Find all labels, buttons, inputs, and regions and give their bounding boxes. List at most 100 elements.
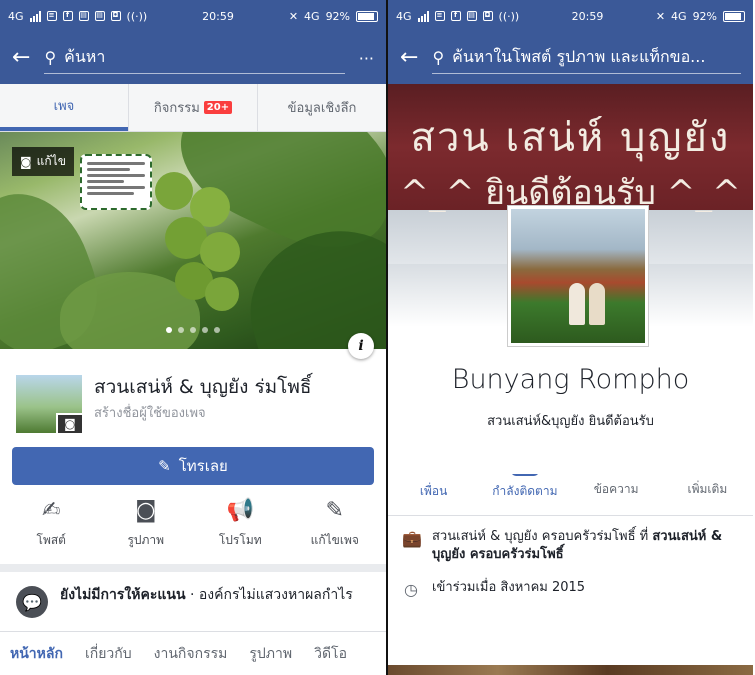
battery-percent: 92% — [325, 9, 351, 23]
cover-photo[interactable]: ◙ แก้ไข — [0, 132, 386, 349]
battery-icon — [723, 10, 746, 22]
page-nav: หน้าหลัก เกี่ยวกับ งานกิจกรรม รูปภาพ วิด… — [0, 631, 386, 675]
page-name: สวนเสน่ห์ & บุญยัง ร่มโพธิ์ — [94, 376, 312, 398]
rating-row: 💬 ยังไม่มีการให้คะแนน · องค์กรไม่แสวงหาผ… — [0, 572, 386, 632]
camera-icon[interactable]: ◙ — [56, 413, 84, 435]
mute-icon: ✕ — [655, 9, 666, 23]
tab-label: เพจ — [53, 99, 75, 114]
photo-action[interactable]: ◙ รูปภาพ — [99, 497, 194, 550]
network-label: 4G — [8, 9, 24, 23]
tab-insights[interactable]: ข้อมูลเชิงลึก — [257, 84, 386, 131]
search-icon: ⚲ — [432, 48, 445, 67]
joined-row: ◷ เข้าร่วมเมื่อ สิงหาคม 2015 — [388, 567, 753, 605]
action-label: กำลังติดตาม — [492, 484, 558, 498]
action-label: แก้ไขเพจ — [310, 533, 359, 547]
action-label: เพื่อน — [419, 484, 448, 498]
hotspot-icon: ((·)) — [126, 9, 148, 23]
more-menu-icon[interactable]: ··· — [359, 49, 374, 68]
facebook-notif-icon: f — [62, 11, 73, 21]
action-label: เพิ่มเติม — [687, 482, 728, 496]
nav-events[interactable]: งานกิจกรรม — [154, 643, 228, 665]
pencil-icon: ✎ — [325, 498, 344, 523]
create-username-link[interactable]: สร้างชื่อผู้ใช้ของเพจ — [94, 402, 312, 423]
app-notif-icon: ▤ — [78, 11, 89, 21]
activity-badge: 20+ — [203, 101, 233, 114]
action-label: ข้อความ — [593, 482, 639, 496]
profile-header: Bunyang Rompho สวนเสน่ห์&บุญยัง ยินดีต้อ… — [388, 206, 753, 474]
pencil-icon: ✎ — [158, 457, 171, 475]
edit-page-action[interactable]: ✎ แก้ไขเพจ — [288, 497, 383, 550]
nav-about[interactable]: เกี่ยวกับ — [85, 643, 132, 665]
clock: 20:59 — [571, 9, 604, 23]
search-input[interactable]: ⚲ ค้นหาในโพสต์ รูปภาพ และแท็กขอ... — [432, 42, 741, 74]
search-bar: ← ⚲ ค้นหา ··· — [0, 32, 386, 84]
promote-action[interactable]: 📢 โปรโมท — [193, 497, 288, 550]
cover-sign-line1: สวน เสน่ห์ บุญยัง — [410, 115, 731, 161]
page-tabs: เพจ กิจกรรม 20+ ข้อมูลเชิงลึก — [0, 84, 386, 132]
network-label: 4G — [396, 9, 412, 23]
clock: 20:59 — [202, 9, 234, 23]
briefcase-icon: 💼 — [402, 529, 422, 548]
work-prefix: สวนเสน่ห์ & บุญยัง ครอบครัวร่มโพธิ์ ที่ — [432, 529, 653, 544]
search-placeholder: ค้นหา — [64, 47, 106, 66]
profile-name: Bunyang Rompho — [451, 364, 690, 395]
divider — [0, 564, 386, 572]
call-now-button[interactable]: ✎ โทรเลย — [12, 447, 374, 485]
nav-photos[interactable]: รูปภาพ — [249, 643, 292, 665]
profile-screen: 4G ≡ f ▤ ◘ ((·)) 20:59 ✕ 4G 92% ← ⚲ ค้นห… — [388, 0, 753, 675]
app-notif-icon: ▤ — [94, 11, 105, 21]
profile-bio: สวนเสน่ห์&บุญยัง ยินดีต้อนรับ — [487, 414, 654, 429]
post-action[interactable]: ✍ โพสต์ — [4, 497, 99, 550]
page-actions: ✍ โพสต์ ◙ รูปภาพ 📢 โปรโมท ✎ แก้ไขเพจ — [0, 485, 386, 550]
app-notif-icon: ▤ — [466, 11, 477, 21]
call-now-label: โทรเลย — [178, 457, 228, 475]
info-icon[interactable]: i — [348, 333, 374, 359]
gallery-notif-icon: ◘ — [482, 11, 493, 21]
search-bar: ← ⚲ ค้นหาในโพสต์ รูปภาพ และแท็กขอ... — [388, 32, 753, 84]
page-admin-screen: 4G ≡ f ▤ ▤ ◘ ((·)) 20:59 ✕ 4G 92% ← ⚲ ค้… — [0, 0, 388, 675]
battery-percent: 92% — [692, 9, 718, 23]
tab-label: กิจกรรม — [153, 101, 200, 116]
cover-sign-line2: ^_^ ยินดีต้อนรับ ^_^ — [400, 173, 741, 213]
action-label: โพสต์ — [36, 533, 66, 547]
back-arrow-icon[interactable]: ← — [400, 47, 418, 69]
action-label: รูปภาพ — [127, 533, 165, 547]
work-row: 💼 สวนเสน่ห์ & บุญยัง ครอบครัวร่มโพธิ์ ที… — [388, 516, 753, 567]
rating-status: ยังไม่มีการให้คะแนน — [60, 587, 186, 603]
tab-page[interactable]: เพจ — [0, 84, 128, 131]
network-label-2: 4G — [304, 9, 320, 23]
facebook-notif-icon: f — [450, 11, 461, 21]
tab-activity[interactable]: กิจกรรม 20+ — [128, 84, 257, 131]
clock-icon: ◷ — [404, 580, 418, 600]
logo-sticker — [80, 154, 152, 210]
search-input[interactable]: ⚲ ค้นหา — [44, 42, 345, 74]
nav-home[interactable]: หน้าหลัก — [10, 643, 63, 665]
photos-strip[interactable] — [388, 665, 753, 675]
signal-icon — [29, 10, 41, 22]
back-arrow-icon[interactable]: ← — [12, 47, 30, 69]
hotspot-icon: ((·)) — [498, 9, 520, 23]
mute-icon: ✕ — [288, 9, 299, 23]
gallery-notif-icon: ◘ — [110, 11, 121, 21]
notification-icon: ≡ — [46, 11, 57, 21]
action-label: โปรโมท — [218, 533, 262, 547]
carousel-dots — [166, 327, 220, 333]
edit-square-icon: ✍ — [42, 498, 61, 523]
network-label-2: 4G — [671, 9, 687, 23]
status-bar: 4G ≡ f ▤ ▤ ◘ ((·)) 20:59 ✕ 4G 92% — [0, 0, 386, 32]
signal-icon — [417, 10, 429, 22]
page-category: · องค์กรไม่แสวงหาผลกำไร — [185, 587, 353, 603]
search-placeholder: ค้นหาในโพสต์ รูปภาพ และแท็กขอ... — [452, 47, 706, 66]
nav-videos[interactable]: วิดีโอ — [314, 643, 347, 665]
page-header: ◙ สวนเสน่ห์ & บุญยัง ร่มโพธิ์ สร้างชื่อผ… — [0, 349, 386, 441]
rating-icon: 💬 — [16, 586, 48, 618]
status-bar: 4G ≡ f ▤ ◘ ((·)) 20:59 ✕ 4G 92% — [388, 0, 753, 32]
search-icon: ⚲ — [44, 48, 57, 67]
profile-photo[interactable] — [508, 206, 648, 346]
camera-icon: ◙ — [135, 498, 157, 523]
notification-icon: ≡ — [434, 11, 445, 21]
page-profile-photo[interactable]: ◙ — [16, 375, 84, 435]
megaphone-icon: 📢 — [226, 498, 254, 523]
joined-date: เข้าร่วมเมื่อ สิงหาคม 2015 — [432, 580, 586, 596]
edit-cover-button[interactable]: ◙ แก้ไข — [12, 147, 74, 176]
